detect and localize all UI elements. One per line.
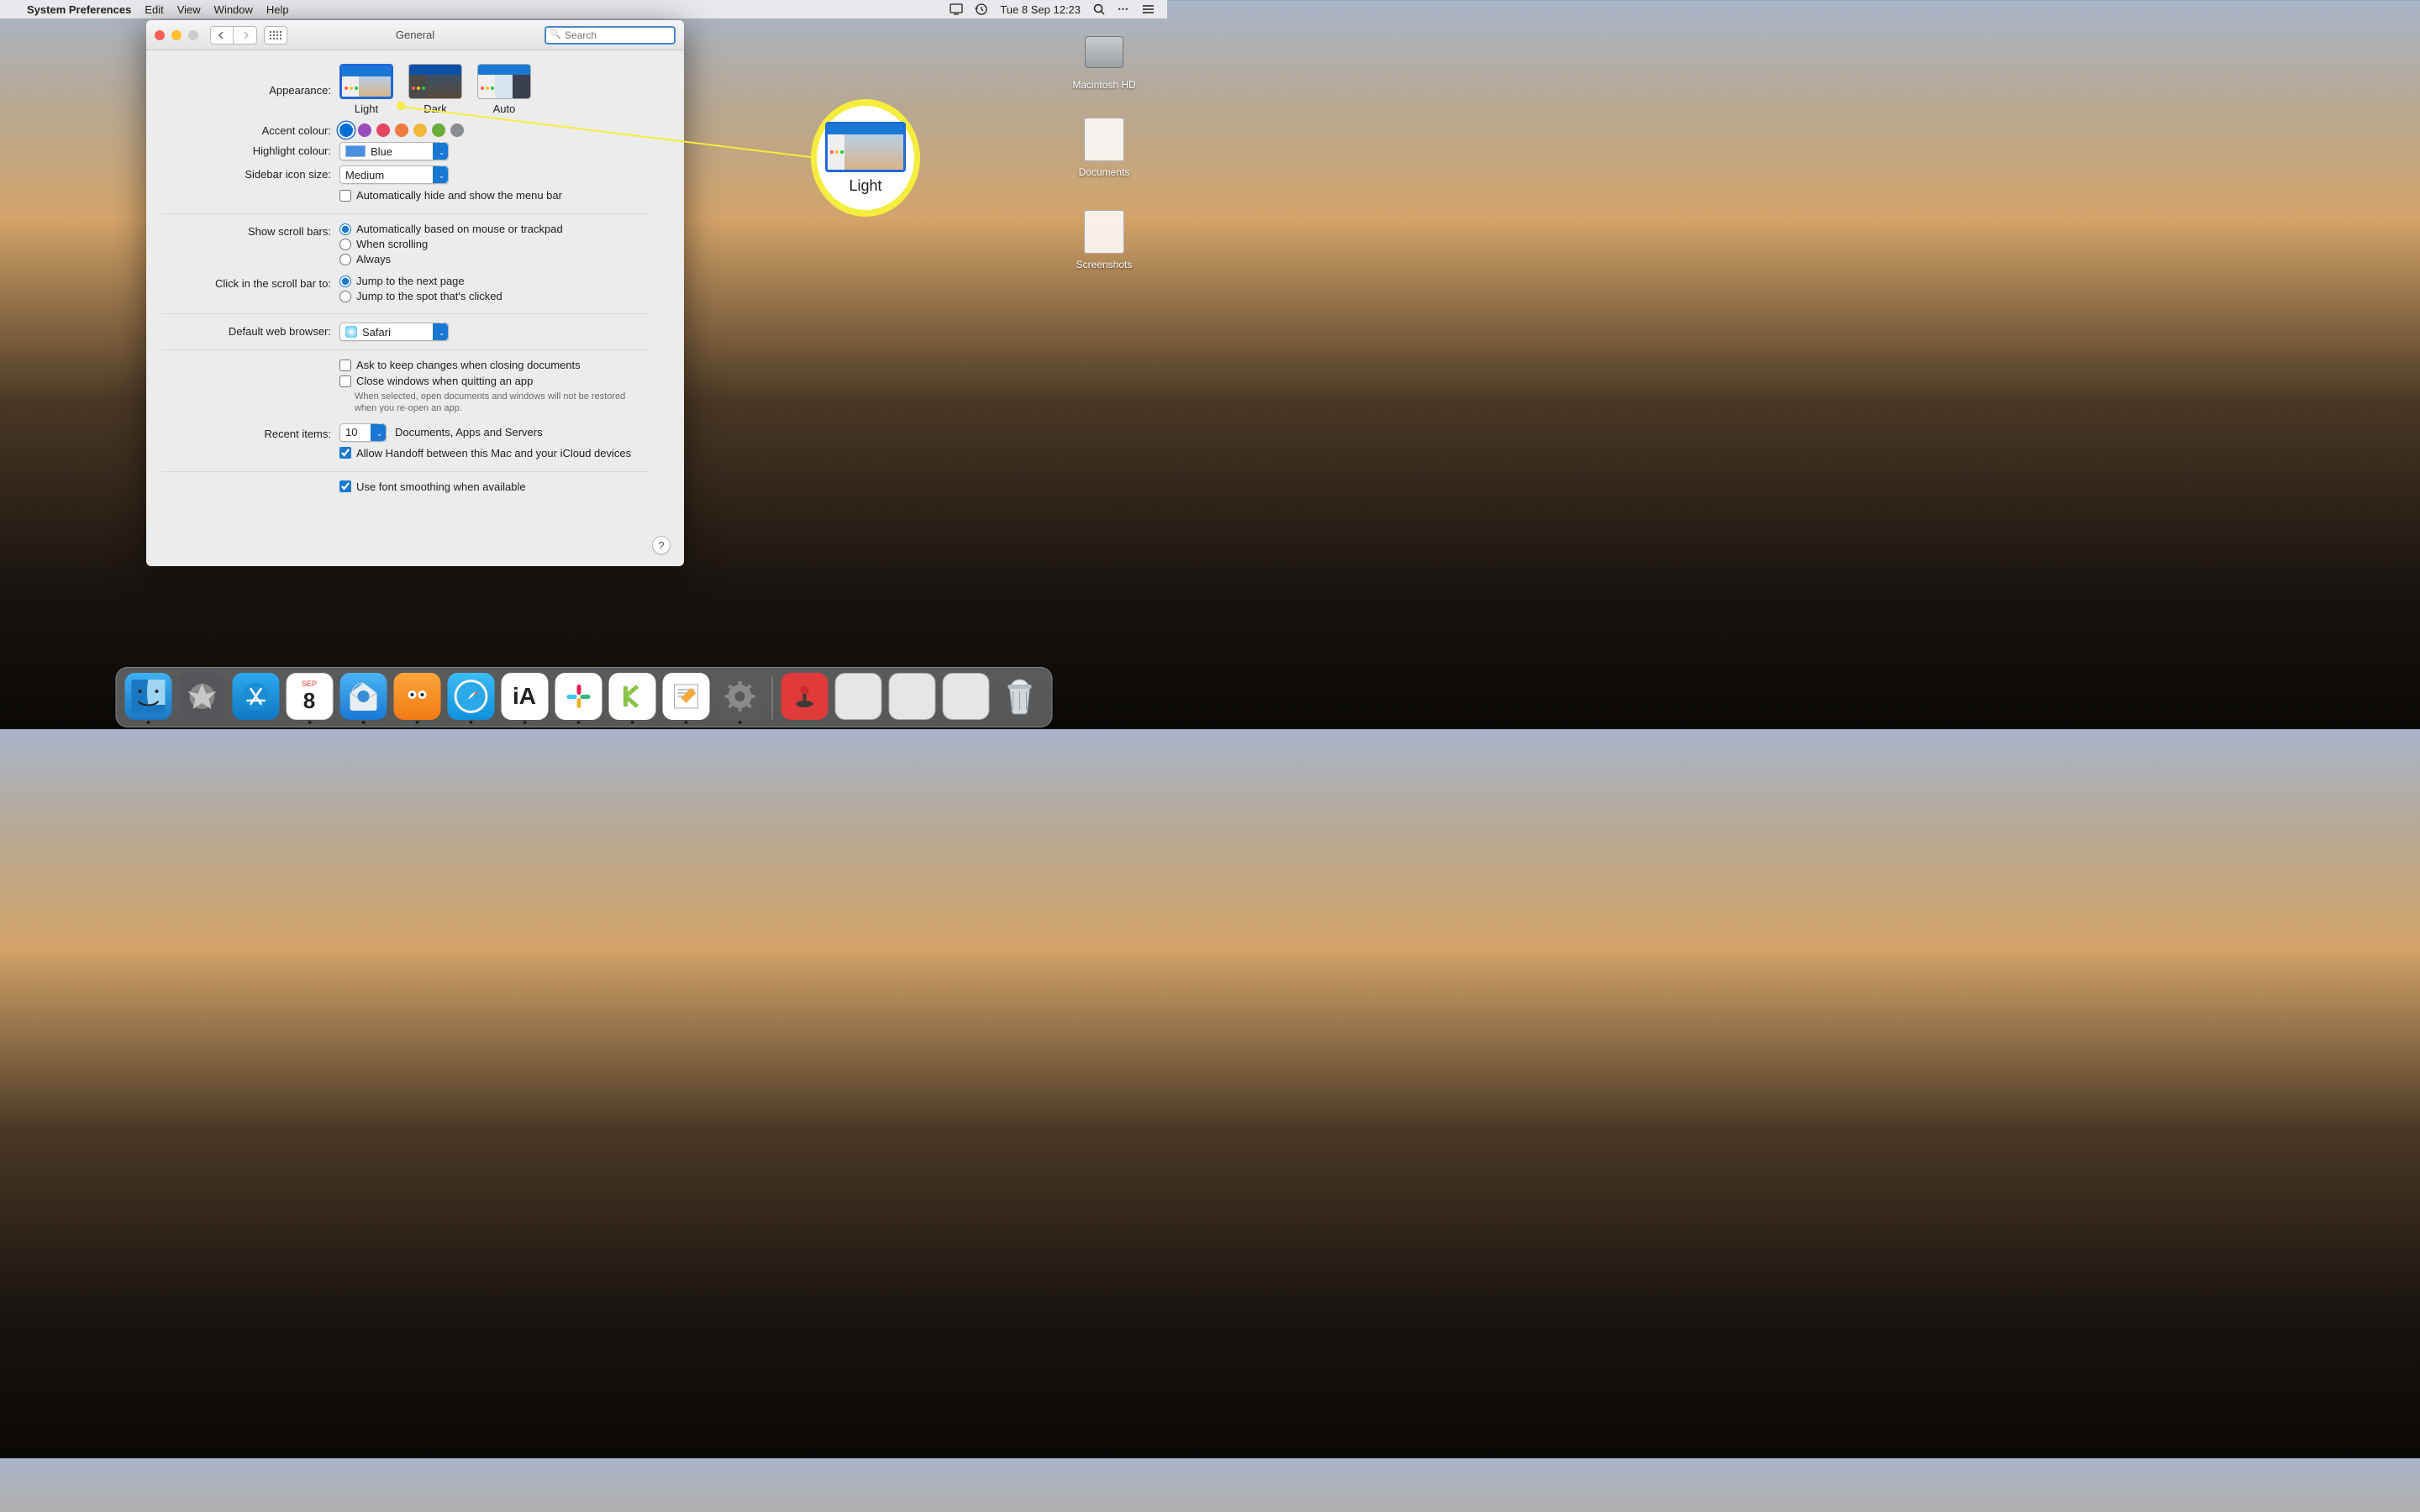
display-icon[interactable]: [950, 3, 963, 16]
dock-system-preferences[interactable]: [716, 673, 763, 720]
back-button[interactable]: [210, 26, 234, 45]
browser-label: Default web browser:: [146, 323, 339, 338]
annotation-label: Light: [849, 177, 881, 195]
search-input[interactable]: [544, 26, 676, 45]
annotation-dot: [397, 102, 405, 110]
time-machine-icon[interactable]: [975, 3, 988, 16]
recent-suffix: Documents, Apps and Servers: [395, 426, 543, 438]
menu-bar: System Preferences Edit View Window Help…: [0, 0, 1167, 18]
appearance-auto-label: Auto: [477, 102, 531, 115]
click-next-radio[interactable]: Jump to the next page: [339, 275, 664, 287]
dock-recent-doc-1[interactable]: [834, 673, 881, 720]
sidebar-size-select[interactable]: Medium: [339, 165, 449, 184]
dock-app-green[interactable]: [608, 673, 655, 720]
accent-swatch-0[interactable]: [339, 123, 353, 137]
dock-mail[interactable]: [339, 673, 387, 720]
window-title: General: [396, 29, 434, 41]
desktop-documents[interactable]: Documents: [1066, 116, 1142, 178]
dock-app-orange[interactable]: [393, 673, 440, 720]
dock-separator: [771, 676, 772, 720]
menu-window[interactable]: Window: [208, 3, 260, 16]
dock: SEP8 iA: [115, 667, 1052, 727]
dock-textedit[interactable]: [662, 673, 709, 720]
handoff-checkbox[interactable]: Allow Handoff between this Mac and your …: [339, 447, 664, 459]
annotation-callout: Light: [811, 99, 920, 217]
dock-calendar[interactable]: SEP8: [286, 673, 333, 720]
appearance-auto[interactable]: Auto: [477, 64, 531, 115]
show-all-button[interactable]: [264, 26, 287, 45]
browser-value: Safari: [362, 326, 391, 339]
dock-slack[interactable]: [555, 673, 602, 720]
auto-hide-menubar-checkbox[interactable]: Automatically hide and show the menu bar: [339, 189, 664, 202]
appearance-light-label: Light: [339, 102, 393, 115]
scrollbar-scrolling-radio[interactable]: When scrolling: [339, 238, 664, 250]
window-close-button[interactable]: [155, 30, 165, 40]
menu-help[interactable]: Help: [260, 3, 296, 16]
sidebar-value: Medium: [345, 169, 384, 181]
browser-select[interactable]: Safari: [339, 323, 449, 341]
scrollbar-auto-radio[interactable]: Automatically based on mouse or trackpad: [339, 223, 664, 235]
menu-view[interactable]: View: [171, 3, 208, 16]
ask-save-checkbox[interactable]: Ask to keep changes when closing documen…: [339, 359, 664, 371]
desktop-label: Documents: [1079, 166, 1130, 178]
highlight-label: Highlight colour:: [146, 142, 339, 157]
desktop-label: Screenshots: [1076, 259, 1133, 270]
dock-recent-doc-2[interactable]: [888, 673, 935, 720]
siri-icon[interactable]: ⋯: [1118, 3, 1130, 16]
window-titlebar: General: [146, 20, 684, 50]
desktop-label: Macintosh HD: [1072, 79, 1135, 91]
dock-trash[interactable]: [996, 673, 1043, 720]
desktop-screenshots[interactable]: Screenshots: [1066, 208, 1142, 270]
recent-select[interactable]: 10: [339, 423, 387, 442]
dock-ia-writer[interactable]: iA: [501, 673, 548, 720]
spotlight-icon[interactable]: [1092, 3, 1106, 16]
close-quit-checkbox[interactable]: Close windows when quitting an app: [339, 375, 664, 387]
app-menu[interactable]: System Preferences: [20, 3, 138, 16]
notification-center-icon[interactable]: [1142, 3, 1155, 16]
close-quit-hint: When selected, open documents and window…: [355, 391, 632, 415]
accent-label: Accent colour:: [146, 122, 339, 137]
sidebar-label: Sidebar icon size:: [146, 165, 339, 181]
click-scrollbar-label: Click in the scroll bar to:: [146, 275, 339, 290]
help-button[interactable]: ?: [652, 536, 671, 554]
auto-hide-label: Automatically hide and show the menu bar: [356, 189, 562, 202]
dock-app-joystick[interactable]: [781, 673, 828, 720]
dock-recent-doc-3[interactable]: [942, 673, 989, 720]
recent-label: Recent items:: [146, 425, 339, 440]
accent-swatch-3[interactable]: [395, 123, 408, 137]
dock-safari[interactable]: [447, 673, 494, 720]
recent-value: 10: [345, 426, 357, 438]
accent-swatch-2[interactable]: [376, 123, 390, 137]
click-spot-radio[interactable]: Jump to the spot that's clicked: [339, 290, 664, 302]
highlight-select[interactable]: Blue: [339, 142, 449, 160]
desktop-macintosh-hd[interactable]: Macintosh HD: [1066, 29, 1142, 91]
appearance-light[interactable]: Light: [339, 64, 393, 115]
dock-launchpad[interactable]: [178, 673, 225, 720]
dock-app-store[interactable]: [232, 673, 279, 720]
scrollbars-label: Show scroll bars:: [146, 223, 339, 238]
forward-button[interactable]: [234, 26, 257, 45]
accent-swatch-1[interactable]: [358, 123, 371, 137]
accent-swatch-5[interactable]: [432, 123, 445, 137]
window-zoom-button[interactable]: [188, 30, 198, 40]
scrollbar-always-radio[interactable]: Always: [339, 253, 664, 265]
menu-edit[interactable]: Edit: [138, 3, 170, 16]
font-smoothing-checkbox[interactable]: Use font smoothing when available: [339, 480, 664, 493]
highlight-value: Blue: [371, 145, 392, 158]
accent-swatch-4[interactable]: [413, 123, 427, 137]
appearance-label: Appearance:: [146, 64, 339, 97]
dock-finder[interactable]: [124, 673, 171, 720]
window-minimize-button[interactable]: [171, 30, 182, 40]
system-preferences-window: General Appearance: Light Dark Auto: [146, 20, 684, 566]
accent-swatch-6[interactable]: [450, 123, 464, 137]
menu-datetime[interactable]: Tue 8 Sep 12:23: [1000, 3, 1081, 16]
